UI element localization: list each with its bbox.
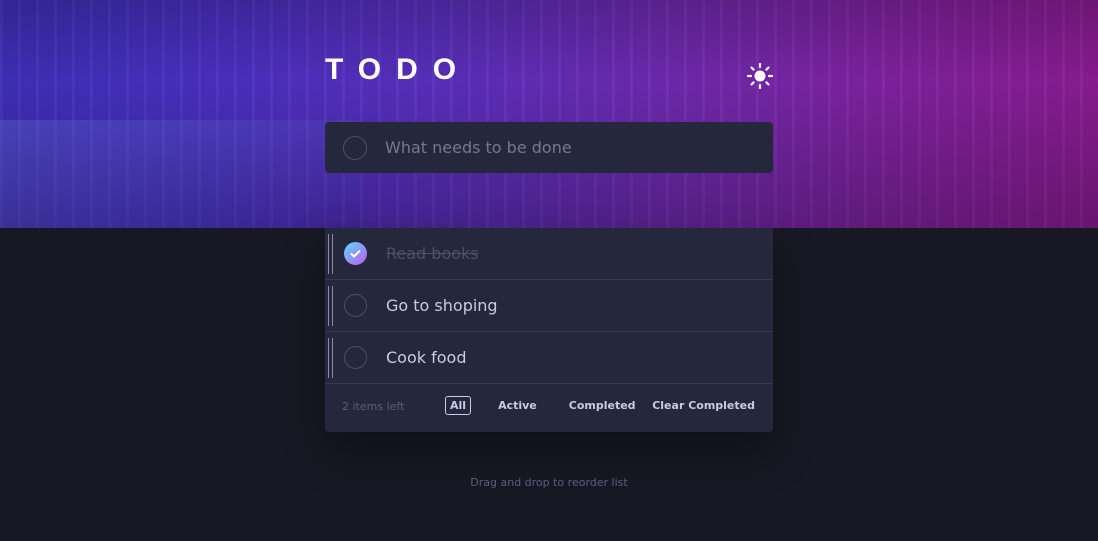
theme-toggle-button[interactable]	[746, 62, 774, 90]
new-todo-input[interactable]	[385, 138, 745, 157]
todo-checkbox[interactable]	[344, 294, 367, 317]
todo-item[interactable]: Read books	[325, 228, 773, 280]
drag-handle[interactable]	[328, 338, 333, 378]
filter-active[interactable]: Active	[493, 396, 542, 415]
filter-completed[interactable]: Completed	[564, 396, 641, 415]
clear-completed-button[interactable]: Clear Completed	[652, 399, 755, 412]
todo-item[interactable]: Cook food	[325, 332, 773, 384]
drag-handle[interactable]	[328, 286, 333, 326]
drag-handle[interactable]	[328, 234, 333, 274]
app-title: TODO	[325, 53, 472, 86]
todo-checkbox[interactable]	[344, 346, 367, 369]
new-todo-card	[325, 122, 773, 173]
filter-all[interactable]: All	[445, 396, 472, 415]
todo-checkbox[interactable]	[344, 242, 367, 265]
todo-item[interactable]: Go to shoping	[325, 280, 773, 332]
check-icon	[350, 249, 361, 258]
todo-text[interactable]: Read books	[386, 244, 479, 263]
new-todo-circle[interactable]	[343, 135, 367, 160]
todo-text[interactable]: Cook food	[386, 348, 466, 367]
filter-group: All Active Completed	[445, 396, 663, 415]
reorder-hint: Drag and drop to reorder list	[470, 476, 628, 489]
header-background	[0, 0, 1098, 228]
list-footer: 2 items left All Active Completed Clear …	[325, 384, 773, 430]
todo-list: Read books Go to shoping Cook food 2 ite…	[325, 228, 773, 432]
sun-icon	[746, 62, 774, 90]
items-left-count: 2 items left	[342, 400, 405, 413]
todo-text[interactable]: Go to shoping	[386, 296, 498, 315]
